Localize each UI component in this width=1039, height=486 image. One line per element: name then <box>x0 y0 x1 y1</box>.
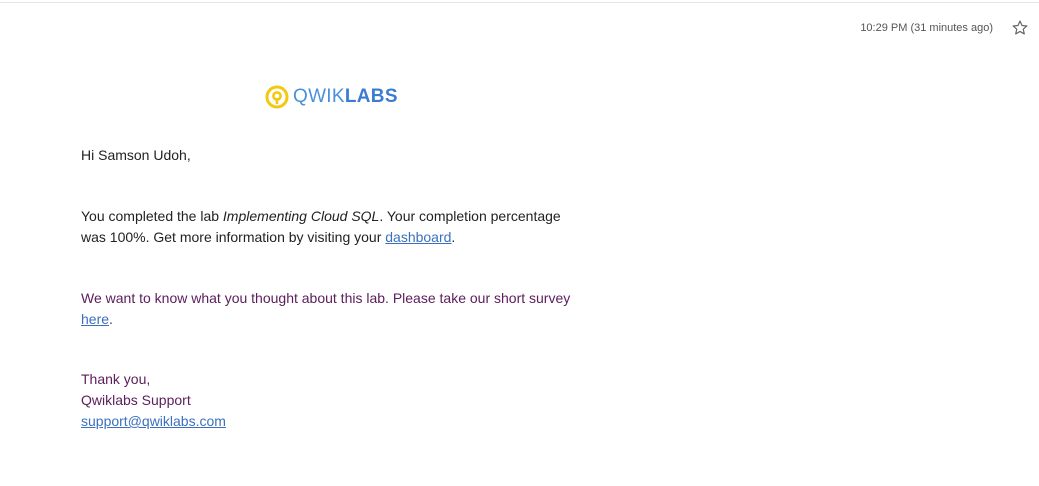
star-icon[interactable] <box>1011 19 1029 37</box>
completion-prefix: You completed the lab <box>81 208 223 224</box>
survey-suffix: . <box>109 311 113 327</box>
greeting: Hi Samson Udoh, <box>81 147 191 163</box>
signoff: Thank you, Qwiklabs Support support@qwikla… <box>81 369 226 432</box>
survey-link[interactable]: here <box>81 311 109 327</box>
top-divider <box>0 2 1039 3</box>
email-timestamp: 10:29 PM (31 minutes ago) <box>860 22 993 34</box>
logo-wordmark: QWIKLABS <box>293 84 398 110</box>
survey-paragraph: We want to know what you thought about t… <box>81 288 581 330</box>
signoff-thanks: Thank you, <box>81 371 151 387</box>
lab-name: Implementing Cloud SQL <box>222 208 380 224</box>
dashboard-link[interactable]: dashboard <box>385 229 451 245</box>
logo-text-light: QWIK <box>293 86 345 107</box>
qwiklabs-logo: QWIKLABS <box>265 84 398 110</box>
completion-suffix: . <box>451 229 456 245</box>
signoff-name: Qwiklabs Support <box>81 392 191 408</box>
survey-prefix: We want to know what you thought about t… <box>81 290 571 306</box>
completion-paragraph: You completed the lab Implementing Cloud… <box>81 206 581 248</box>
logo-text-bold: LABS <box>344 86 398 107</box>
qwiklabs-logo-icon <box>265 85 289 109</box>
support-email-link[interactable]: support@qwiklabs.com <box>81 413 226 429</box>
